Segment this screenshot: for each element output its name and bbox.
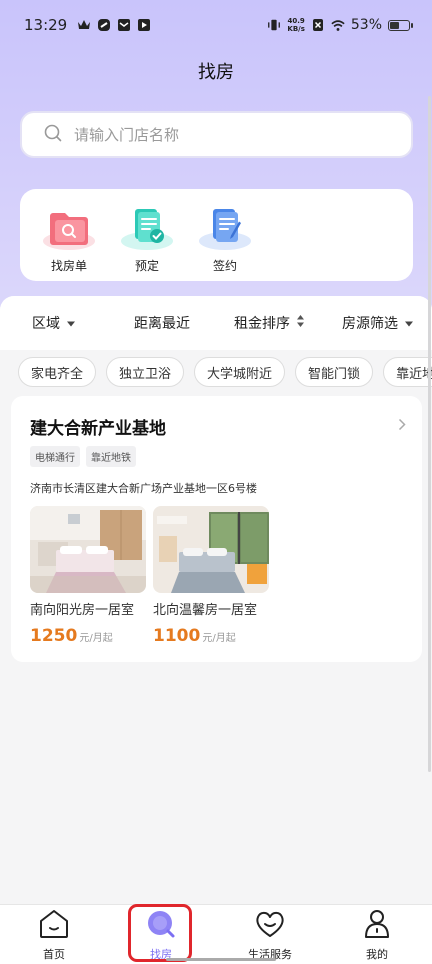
quick-action-sign[interactable]: 签约 xyxy=(186,189,264,281)
network-speed: 40.9 KB/s xyxy=(287,17,305,33)
heart-icon xyxy=(254,909,286,943)
status-time: 13:29 xyxy=(24,16,68,34)
search-input[interactable] xyxy=(74,125,374,144)
mail-icon xyxy=(117,18,131,32)
vibrate-icon xyxy=(267,18,281,32)
folder-search-icon xyxy=(41,203,97,251)
room-price: 1250 元/月起 xyxy=(30,626,113,646)
room-card[interactable]: 南向阳光房一居室 1250 元/月起 xyxy=(30,506,146,646)
room-card[interactable]: 北向温馨房一居室 1100 元/月起 xyxy=(153,506,269,646)
video-app-icon xyxy=(137,18,151,32)
tag-near-university[interactable]: 大学城附近 xyxy=(194,357,286,387)
scrollbar[interactable] xyxy=(428,96,431,772)
battery-percent: 53% xyxy=(350,17,382,33)
filter-bar: 区域 距离最近 租金排序 房源筛选 xyxy=(0,296,432,350)
tab-life-services[interactable]: 生活服务 xyxy=(230,909,310,962)
room-price: 1100 元/月起 xyxy=(153,626,236,646)
status-bar: 13:29 40.9 KB/s 53% xyxy=(0,0,432,50)
caret-down-icon xyxy=(404,315,414,331)
store-address: 济南市长清区建大合新广场产业基地一区6号楼 xyxy=(30,482,257,495)
tab-mine[interactable]: 我的 xyxy=(337,909,417,962)
quick-action-reserve[interactable]: 预定 xyxy=(108,189,186,281)
room-photo xyxy=(153,506,269,593)
quick-actions-card: 找房单 预定 签约 xyxy=(20,189,413,281)
user-icon xyxy=(361,909,393,943)
battery-icon xyxy=(388,19,413,31)
tag-smart-lock[interactable]: 智能门锁 xyxy=(295,357,374,387)
wifi-icon xyxy=(331,18,345,32)
document-sign-icon xyxy=(197,203,253,251)
tag-appliances[interactable]: 家电齐全 xyxy=(18,357,97,387)
filter-rent-sort[interactable]: 租金排序 xyxy=(234,313,305,333)
store-name: 建大合新产业基地 xyxy=(30,419,166,439)
tab-home[interactable]: 首页 xyxy=(14,909,94,962)
room-name: 北向温馨房一居室 xyxy=(153,603,258,618)
home-indicator xyxy=(166,958,276,961)
search-box[interactable] xyxy=(20,111,413,158)
tag-near-metro[interactable]: 靠近地铁 xyxy=(383,357,432,387)
home-icon xyxy=(38,909,70,943)
page-title: 找房 xyxy=(198,62,234,83)
store-card[interactable]: 建大合新产业基地 电梯通行 靠近地铁 济南市长清区建大合新广场产业基地一区6号楼… xyxy=(11,396,422,662)
room-name: 南向阳光房一居室 xyxy=(30,603,135,618)
filter-listing[interactable]: 房源筛选 xyxy=(342,313,414,333)
caret-down-icon xyxy=(66,315,76,331)
store-tag: 电梯通行 xyxy=(30,446,80,467)
filter-distance[interactable]: 距离最近 xyxy=(134,313,190,333)
sim-off-icon xyxy=(311,18,325,32)
quick-action-find-list[interactable]: 找房单 xyxy=(30,189,108,281)
chevron-right-icon[interactable] xyxy=(398,416,406,435)
search-icon xyxy=(44,124,74,146)
document-check-icon xyxy=(119,203,175,251)
highlight-box xyxy=(128,904,192,962)
tag-private-bath[interactable]: 独立卫浴 xyxy=(106,357,185,387)
store-tags: 电梯通行 靠近地铁 xyxy=(30,446,136,467)
room-photo xyxy=(30,506,146,593)
filter-area[interactable]: 区域 xyxy=(32,313,76,333)
bottom-tab-bar: 首页 找房 生活服务 我的 xyxy=(0,904,432,964)
sort-icon xyxy=(296,314,305,332)
app-notification-icon xyxy=(97,18,111,32)
store-tag: 靠近地铁 xyxy=(86,446,136,467)
crown-icon xyxy=(77,18,91,32)
feature-tags: 家电齐全 独立卫浴 大学城附近 智能门锁 靠近地铁 xyxy=(18,357,432,387)
